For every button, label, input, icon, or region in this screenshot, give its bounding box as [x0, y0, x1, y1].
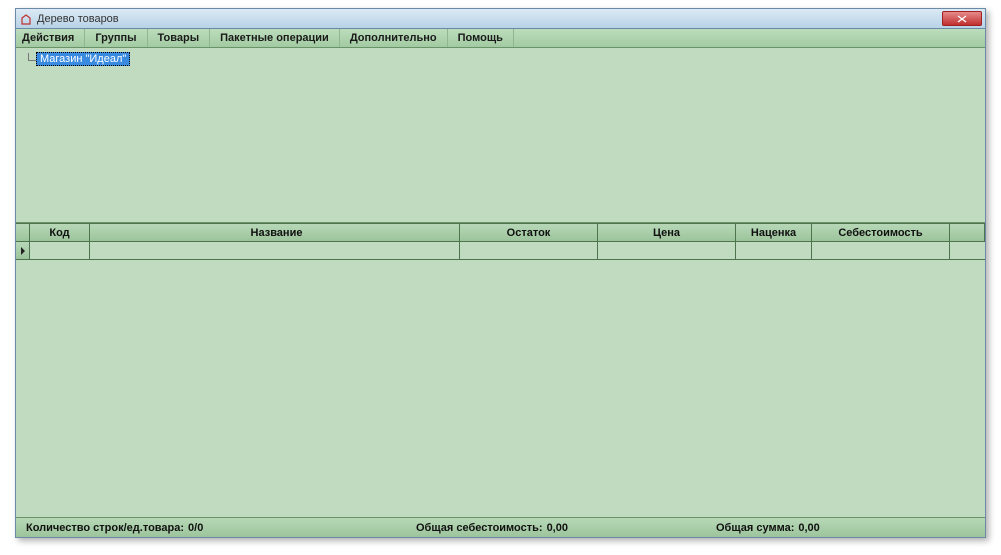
- menubar: Действия Группы Товары Пакетные операции…: [16, 29, 985, 48]
- tree-pane[interactable]: Магазин "Идеал": [16, 48, 985, 223]
- cell-filler: [950, 242, 985, 259]
- menu-extra[interactable]: Дополнительно: [340, 29, 448, 47]
- status-cost: Общая себестоимость: 0,00: [416, 522, 716, 534]
- col-rest[interactable]: Остаток: [460, 224, 598, 241]
- col-cost[interactable]: Себестоимость: [812, 224, 950, 241]
- titlebar: Дерево товаров: [16, 9, 985, 29]
- grid-current-row[interactable]: [16, 242, 985, 260]
- app-window: Дерево товаров Действия Группы Товары Па…: [15, 8, 986, 538]
- close-button[interactable]: [942, 11, 982, 26]
- status-rows: Количество строк/ед.товара: 0/0: [26, 522, 416, 534]
- col-filler: [950, 224, 985, 241]
- menu-batch[interactable]: Пакетные операции: [210, 29, 340, 47]
- menu-help[interactable]: Помощь: [448, 29, 514, 47]
- window-title: Дерево товаров: [37, 13, 942, 25]
- status-sum-label: Общая сумма:: [716, 522, 794, 534]
- menu-actions[interactable]: Действия: [16, 29, 85, 47]
- status-sum: Общая сумма: 0,00: [716, 522, 975, 534]
- menu-goods[interactable]: Товары: [148, 29, 211, 47]
- cell-price[interactable]: [598, 242, 736, 259]
- tree-root-label[interactable]: Магазин "Идеал": [36, 52, 130, 66]
- cell-name[interactable]: [90, 242, 460, 259]
- grid-empty-area: [16, 260, 985, 517]
- tree-root-node[interactable]: Магазин "Идеал": [22, 52, 130, 66]
- col-marker[interactable]: [16, 224, 30, 241]
- col-code[interactable]: Код: [30, 224, 90, 241]
- status-sum-value: 0,00: [798, 522, 819, 534]
- col-markup[interactable]: Наценка: [736, 224, 812, 241]
- row-marker-icon: [16, 242, 30, 259]
- app-icon: [19, 12, 33, 26]
- statusbar: Количество строк/ед.товара: 0/0 Общая се…: [16, 517, 985, 537]
- tree-connector-icon: [22, 53, 36, 65]
- col-price[interactable]: Цена: [598, 224, 736, 241]
- cell-markup[interactable]: [736, 242, 812, 259]
- grid-pane: Код Название Остаток Цена Наценка Себест…: [16, 223, 985, 260]
- status-rows-label: Количество строк/ед.товара:: [26, 522, 184, 534]
- grid-header: Код Название Остаток Цена Наценка Себест…: [16, 223, 985, 242]
- cell-cost[interactable]: [812, 242, 950, 259]
- cell-rest[interactable]: [460, 242, 598, 259]
- status-rows-value: 0/0: [188, 522, 203, 534]
- col-name[interactable]: Название: [90, 224, 460, 241]
- status-cost-value: 0,00: [547, 522, 568, 534]
- status-cost-label: Общая себестоимость:: [416, 522, 543, 534]
- cell-code[interactable]: [30, 242, 90, 259]
- menu-groups[interactable]: Группы: [85, 29, 147, 47]
